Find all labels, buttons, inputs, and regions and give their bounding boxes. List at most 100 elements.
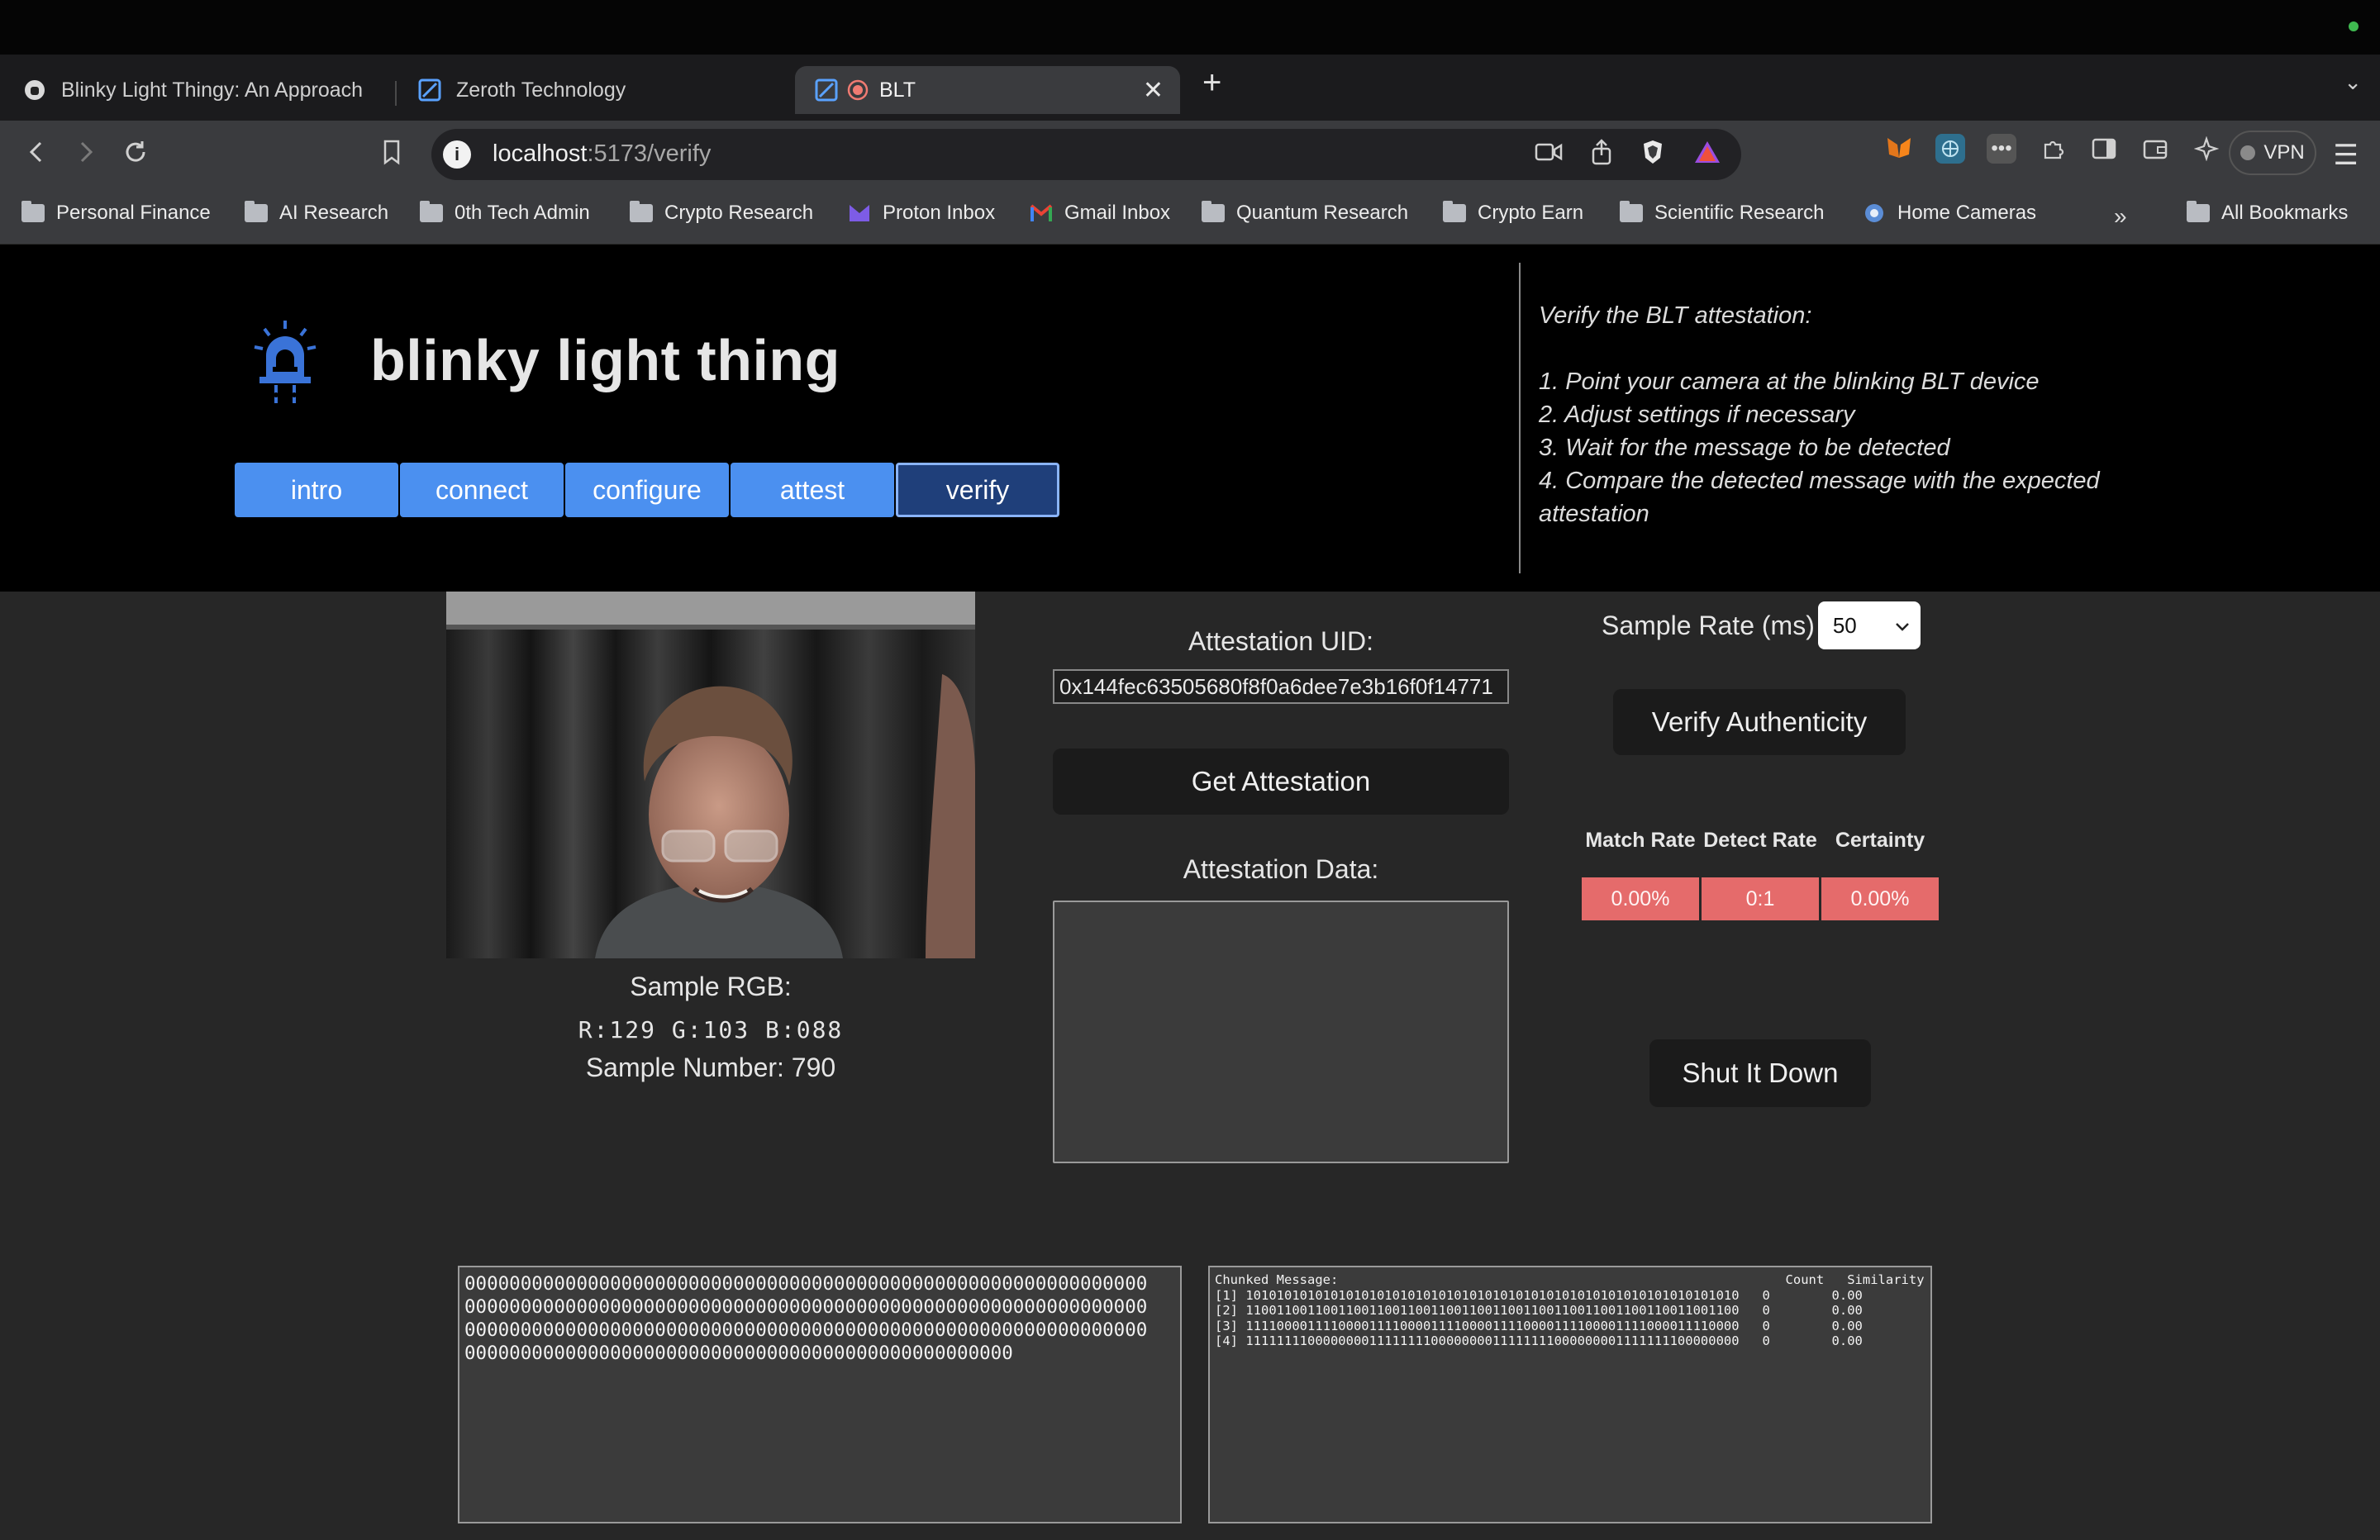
recording-icon bbox=[846, 78, 869, 102]
bookmark-home-cameras[interactable]: Home Cameras bbox=[1863, 202, 2036, 225]
extension-icons: ••• bbox=[1884, 134, 2221, 164]
bookmark-label: Home Cameras bbox=[1897, 202, 2037, 224]
back-icon[interactable] bbox=[17, 132, 56, 172]
metric-value: 0.00% bbox=[1582, 877, 1699, 920]
nav-configure-button[interactable]: configure bbox=[565, 463, 729, 517]
attestation-data-textarea[interactable] bbox=[1053, 901, 1509, 1163]
extensions-icon[interactable] bbox=[2038, 134, 2068, 164]
tab-list-chevron-icon[interactable]: ⌄ bbox=[2344, 69, 2362, 95]
bookmark-page-icon[interactable] bbox=[372, 132, 412, 172]
address-bar[interactable]: i localhost:5173/verify bbox=[431, 129, 1741, 180]
window-titlebar bbox=[0, 0, 2380, 55]
tab-title: Blinky Light Thingy: An Approach bbox=[61, 78, 364, 102]
folder-icon bbox=[245, 201, 268, 222]
attestation-data-label: Attestation Data: bbox=[1183, 854, 1379, 884]
nav-attest-button[interactable]: attest bbox=[731, 463, 894, 517]
menu-icon[interactable]: ☰ bbox=[2334, 139, 2359, 172]
bookmark-label: Quantum Research bbox=[1236, 202, 1409, 224]
instructions-spacer bbox=[1539, 332, 2183, 365]
reload-icon[interactable] bbox=[116, 132, 155, 172]
bookmark-personal-finance[interactable]: Personal Finance bbox=[21, 201, 211, 225]
camera-in-use-icon[interactable] bbox=[1535, 141, 1563, 167]
bookmark-crypto-earn[interactable]: Crypto Earn bbox=[1443, 201, 1584, 225]
bookmark-scientific-research[interactable]: Scientific Research bbox=[1620, 201, 1824, 225]
bookmark-label: Crypto Research bbox=[664, 202, 814, 224]
bookmark-gmail-inbox[interactable]: Gmail Inbox bbox=[1030, 202, 1170, 225]
get-attestation-button[interactable]: Get Attestation bbox=[1053, 749, 1509, 815]
indicator-dot bbox=[2349, 21, 2359, 31]
metamask-fox-icon[interactable] bbox=[1884, 134, 1914, 164]
tab-blinky-light-thingy[interactable]: Blinky Light Thingy: An Approach bbox=[23, 66, 378, 114]
instruction-step: 2. Adjust settings if necessary bbox=[1539, 402, 1855, 428]
bitstream-line: 0000000000000000000000000000000000000000… bbox=[464, 1273, 1148, 1295]
bookmark-proton-inbox[interactable]: Proton Inbox bbox=[848, 202, 995, 225]
share-icon[interactable] bbox=[1591, 139, 1612, 169]
address-bar-actions bbox=[1535, 139, 1721, 169]
all-bookmarks[interactable]: All Bookmarks bbox=[2187, 201, 2348, 225]
vpn-status-icon bbox=[2240, 145, 2256, 160]
sample-rate-select[interactable]: 50 bbox=[1817, 601, 1921, 649]
bookmark-quantum-research[interactable]: Quantum Research bbox=[1202, 201, 1409, 225]
zeroth-logo-icon bbox=[418, 78, 441, 102]
gmail-icon bbox=[1030, 202, 1053, 225]
folder-icon bbox=[1202, 201, 1225, 222]
blt-favicon-icon bbox=[23, 78, 46, 102]
sidebar-toggle-icon[interactable] bbox=[2089, 134, 2119, 164]
new-tab-icon[interactable]: + bbox=[1202, 66, 1221, 99]
zeroth-logo-icon bbox=[815, 78, 838, 102]
close-tab-icon[interactable]: ✕ bbox=[1143, 76, 1164, 105]
sample-number: Sample Number: 790 bbox=[585, 1053, 836, 1082]
chunk-row: [4] 111111110000000011111111000000001111… bbox=[1215, 1333, 1863, 1348]
sample-rgb-value: R:129 G:103 B:088 bbox=[578, 1016, 844, 1043]
chunked-message-textarea[interactable]: Chunked Message: Count Similarity [1] 10… bbox=[1208, 1266, 1932, 1523]
tab-title: Zeroth Technology bbox=[456, 78, 626, 102]
bookmark-crypto-research[interactable]: Crypto Research bbox=[630, 201, 814, 225]
bookmark-label: AI Research bbox=[279, 202, 389, 224]
bitstream-output-textarea[interactable]: 0000000000000000000000000000000000000000… bbox=[458, 1266, 1182, 1523]
sample-rate-value: 50 bbox=[1832, 612, 1857, 638]
sample-rate-control: Sample Rate (ms) 50 bbox=[1602, 601, 1921, 649]
shut-it-down-button[interactable]: Shut It Down bbox=[1649, 1039, 1871, 1107]
nav-intro-button[interactable]: intro bbox=[235, 463, 398, 517]
site-info-icon[interactable]: i bbox=[443, 140, 471, 169]
bookmark-label: Proton Inbox bbox=[883, 202, 996, 224]
globe-icon bbox=[1863, 202, 1886, 225]
attestation-uid-input[interactable] bbox=[1053, 669, 1509, 704]
metric-header: Match Rate bbox=[1585, 829, 1696, 852]
bookmark-label: Crypto Earn bbox=[1478, 202, 1584, 224]
folder-icon bbox=[21, 201, 45, 222]
tab-zeroth-technology[interactable]: Zeroth Technology bbox=[418, 66, 782, 114]
metric-detect-rate: Detect Rate 0:1 bbox=[1702, 803, 1819, 920]
brave-rewards-icon[interactable] bbox=[1693, 140, 1721, 169]
extension-dots-icon[interactable]: ••• bbox=[1987, 134, 2016, 164]
folder-icon bbox=[1620, 201, 1643, 222]
url-text[interactable]: localhost:5173/verify bbox=[493, 140, 711, 168]
extension-puzzle-logo-icon[interactable] bbox=[1935, 134, 1965, 164]
app-header: blinky light thing intro connect configu… bbox=[0, 245, 2380, 592]
bookmark-ai-research[interactable]: AI Research bbox=[245, 201, 389, 225]
more-bookmarks-icon[interactable]: » bbox=[2114, 203, 2127, 230]
folder-icon bbox=[1443, 201, 1466, 222]
vpn-button[interactable]: VPN bbox=[2229, 131, 2316, 175]
proton-icon bbox=[848, 202, 871, 225]
forward-icon[interactable] bbox=[66, 132, 106, 172]
tab-bar: Blinky Light Thingy: An Approach Zeroth … bbox=[0, 55, 2380, 121]
app-nav: intro connect configure attest verify bbox=[235, 463, 1059, 517]
app-page: blinky light thing intro connect configu… bbox=[0, 245, 2380, 1540]
verify-instructions: Verify the BLT attestation: 1. Point you… bbox=[1539, 299, 2183, 530]
verify-authenticity-button[interactable]: Verify Authenticity bbox=[1613, 689, 1906, 755]
tab-separator bbox=[395, 81, 397, 106]
instruction-step: 3. Wait for the message to be detected bbox=[1539, 435, 1950, 461]
nav-verify-button[interactable]: verify bbox=[896, 463, 1059, 517]
nav-connect-button[interactable]: connect bbox=[400, 463, 564, 517]
bookmark-label: 0th Tech Admin bbox=[455, 202, 590, 224]
bookmark-0th-tech-admin[interactable]: 0th Tech Admin bbox=[420, 201, 590, 225]
leo-ai-icon[interactable] bbox=[2192, 134, 2221, 164]
wallet-icon[interactable] bbox=[2140, 134, 2170, 164]
metric-certainty: Certainty 0.00% bbox=[1821, 803, 1939, 920]
tab-blt[interactable]: BLT ✕ bbox=[795, 66, 1180, 114]
camera-feed-image bbox=[446, 592, 975, 958]
bookmarks-bar: Personal Finance AI Research 0th Tech Ad… bbox=[0, 187, 2380, 245]
folder-icon bbox=[630, 201, 653, 222]
brave-shields-icon[interactable] bbox=[1640, 139, 1665, 169]
